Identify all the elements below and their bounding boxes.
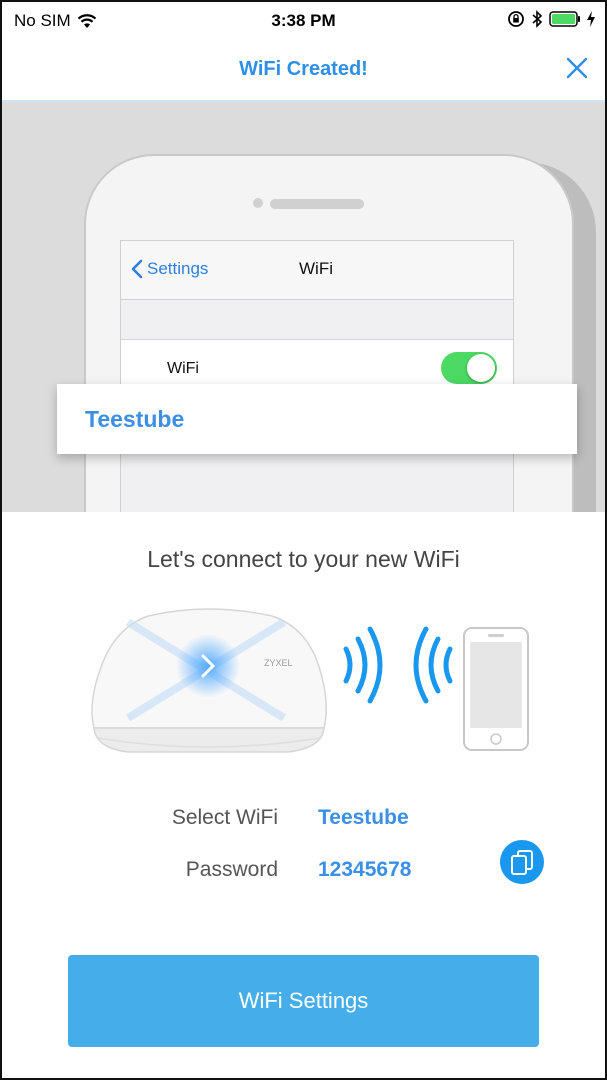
illustrated-title: WiFi — [299, 259, 333, 278]
copy-icon — [511, 850, 533, 875]
chevron-left-icon — [131, 259, 143, 279]
illustrated-screen: Settings WiFi WiFi — [120, 240, 514, 512]
network-name: Teestube — [85, 406, 185, 432]
rotation-lock-icon — [508, 11, 524, 27]
router-brand: ZYXEL — [264, 658, 293, 668]
charging-icon — [587, 11, 595, 27]
setup-illustration: Settings WiFi WiFi Teestube — [0, 102, 607, 512]
status-bar: No SIM 3:38 PM — [0, 0, 607, 40]
copy-password-button[interactable] — [500, 840, 544, 884]
illustrated-nav-bar: Settings WiFi — [121, 241, 513, 300]
select-wifi-label: Select WiFi — [171, 806, 278, 829]
battery-icon — [549, 11, 580, 27]
toggle-knob — [467, 354, 495, 382]
select-wifi-value: Teestube — [318, 806, 409, 829]
network-card: Teestube — [57, 384, 577, 454]
phone-speaker — [270, 199, 364, 209]
phone-icon — [463, 627, 529, 751]
nav-bar: WiFi Created! — [0, 40, 607, 102]
signal-waves-icon — [343, 626, 453, 704]
page-title: WiFi Created! — [239, 58, 368, 80]
wifi-settings-button[interactable]: WiFi Settings — [68, 955, 539, 1047]
wifi-toggle — [441, 352, 497, 384]
back-label: Settings — [147, 259, 209, 278]
bluetooth-icon — [532, 10, 543, 28]
connect-headline: Let's connect to your new WiFi — [147, 546, 460, 572]
password-value: 12345678 — [318, 858, 412, 881]
phone-camera — [253, 198, 263, 208]
router-icon: ZYXEL — [91, 608, 327, 753]
status-right — [507, 10, 595, 28]
close-icon[interactable] — [563, 54, 591, 82]
wifi-row-label: WiFi — [167, 360, 199, 377]
password-label: Password — [185, 858, 278, 881]
illustrated-back-link: Settings — [131, 259, 208, 279]
